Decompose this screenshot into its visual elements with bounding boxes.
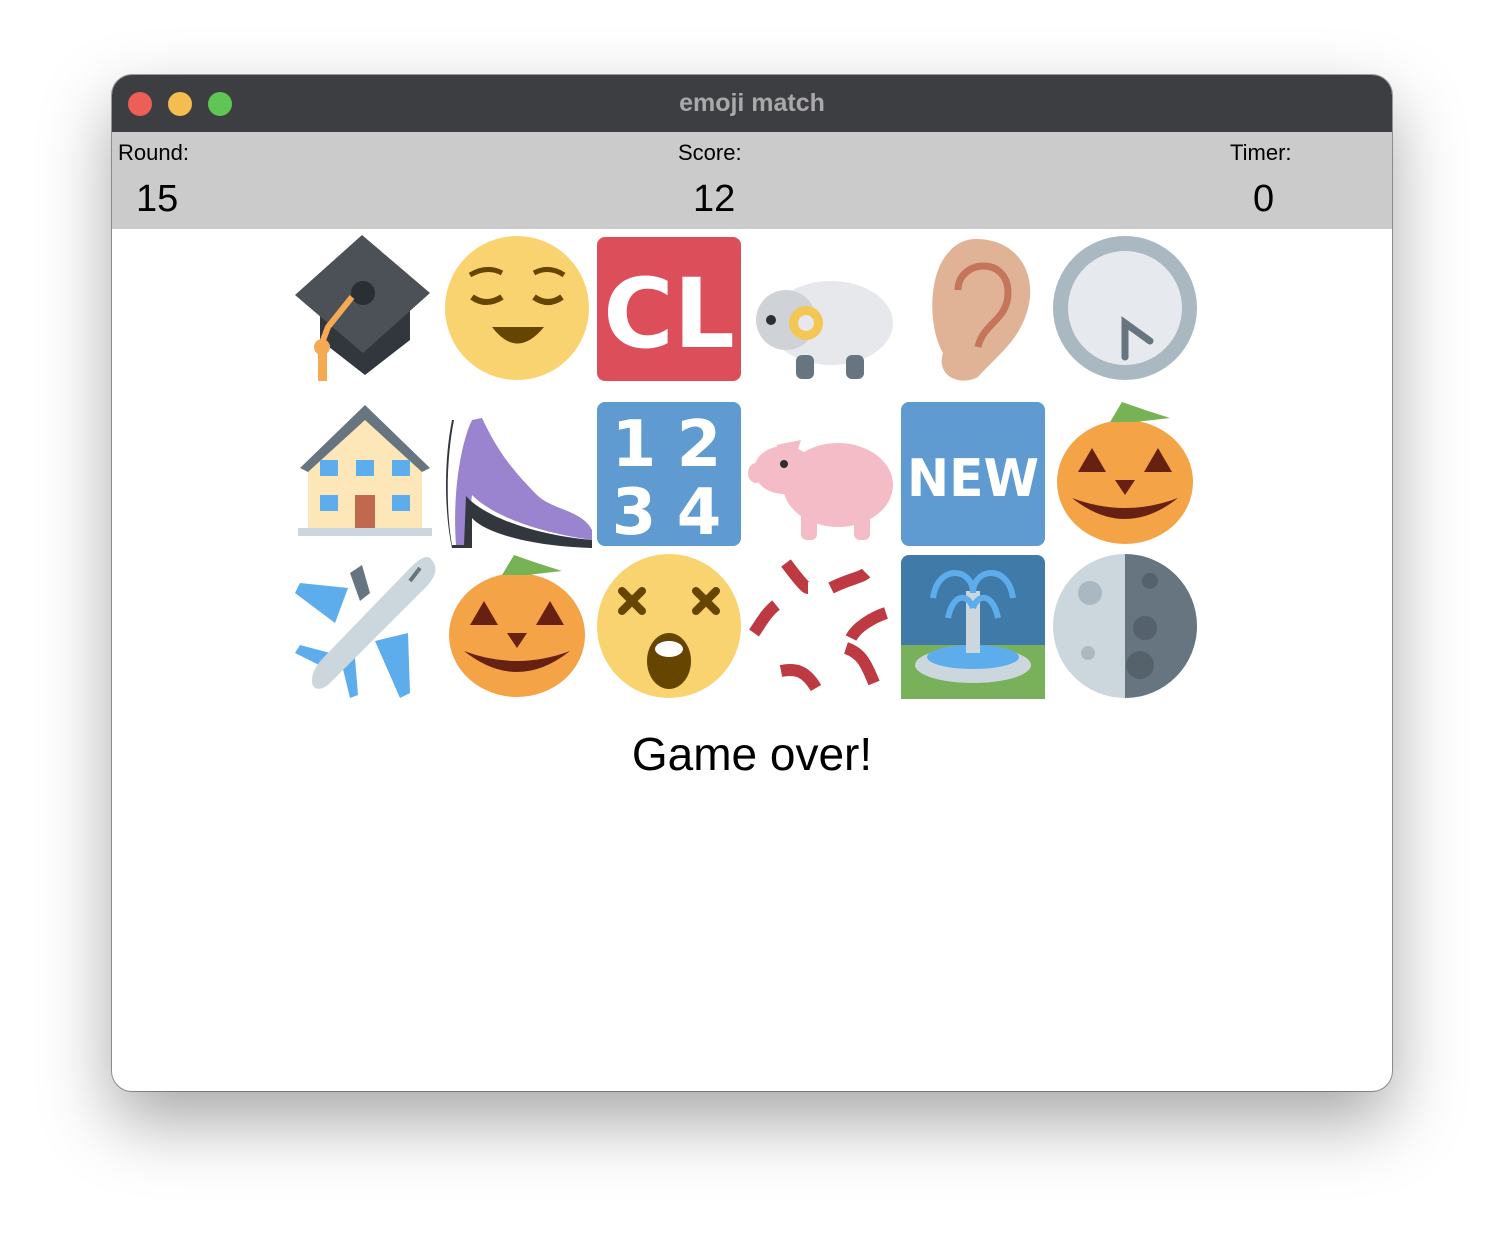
jack-o-lantern-icon	[1057, 402, 1193, 544]
timer-stat: Timer: 0	[1230, 132, 1392, 229]
timer-label: Timer:	[1230, 140, 1292, 165]
emoji-tile[interactable]	[746, 553, 896, 703]
jack-o-lantern-icon	[449, 555, 585, 697]
window-title: emoji match	[679, 89, 825, 117]
last-quarter-moon-icon	[1053, 554, 1197, 698]
emoji-tile[interactable]	[290, 400, 440, 550]
new-button-icon: NEW	[901, 402, 1045, 546]
emoji-tile[interactable]	[442, 235, 592, 385]
graduation-cap-icon	[295, 235, 430, 381]
emoji-tile[interactable]: NEW	[898, 400, 1048, 550]
ram-icon	[756, 281, 893, 379]
svg-text:NEW: NEW	[907, 449, 1039, 509]
emoji-tile[interactable]: 1 2 3 4	[594, 400, 744, 550]
svg-text:CL: CL	[603, 258, 735, 370]
svg-text:3: 3	[612, 476, 657, 550]
svg-text:2: 2	[677, 408, 722, 482]
emoji-tile[interactable]	[442, 400, 592, 550]
emoji-tile[interactable]	[594, 553, 744, 703]
emoji-tile[interactable]	[1050, 553, 1200, 703]
svg-text:1: 1	[612, 408, 657, 482]
house-icon	[298, 405, 432, 536]
cl-button-icon: CL	[597, 237, 741, 381]
emoji-tile[interactable]	[442, 553, 592, 703]
score-stat: Score: 12	[678, 132, 878, 229]
timer-value: 0	[1253, 178, 1275, 220]
emoji-tile[interactable]	[746, 235, 896, 385]
airplane-icon	[295, 557, 436, 698]
emoji-grid: CL 1 2 3 4 NEW	[290, 235, 1220, 715]
score-value: 12	[693, 178, 736, 220]
input-numbers-icon: 1 2 3 4	[597, 402, 741, 550]
emoji-tile[interactable]	[290, 553, 440, 703]
relieved-face-icon	[445, 236, 589, 380]
title-bar: emoji match	[112, 75, 1392, 132]
pig-icon	[748, 440, 893, 540]
round-label: Round:	[118, 140, 189, 165]
score-label: Score:	[678, 140, 742, 165]
emoji-tile[interactable]	[1050, 400, 1200, 550]
round-stat: Round: 15	[118, 132, 318, 229]
game-over-message: Game over!	[631, 728, 873, 780]
clock-icon	[1053, 236, 1197, 380]
emoji-tile[interactable]	[1050, 235, 1200, 385]
svg-text:4: 4	[677, 476, 722, 550]
app-window: emoji match Round: 15 Score: 12 Timer: 0	[112, 75, 1392, 1091]
emoji-tile[interactable]	[290, 235, 440, 385]
emoji-tile[interactable]	[898, 553, 1048, 703]
status-bar: Round: 15 Score: 12 Timer: 0	[112, 132, 1392, 229]
ear-icon	[932, 239, 1031, 381]
fountain-icon	[901, 555, 1045, 699]
high-heel-icon	[446, 418, 592, 548]
round-value: 15	[136, 178, 179, 220]
anger-symbol-icon	[749, 559, 889, 692]
emoji-tile[interactable]: CL	[594, 235, 744, 385]
dizzy-face-icon	[597, 554, 741, 698]
emoji-tile[interactable]	[898, 235, 1048, 385]
emoji-tile[interactable]	[746, 400, 896, 550]
